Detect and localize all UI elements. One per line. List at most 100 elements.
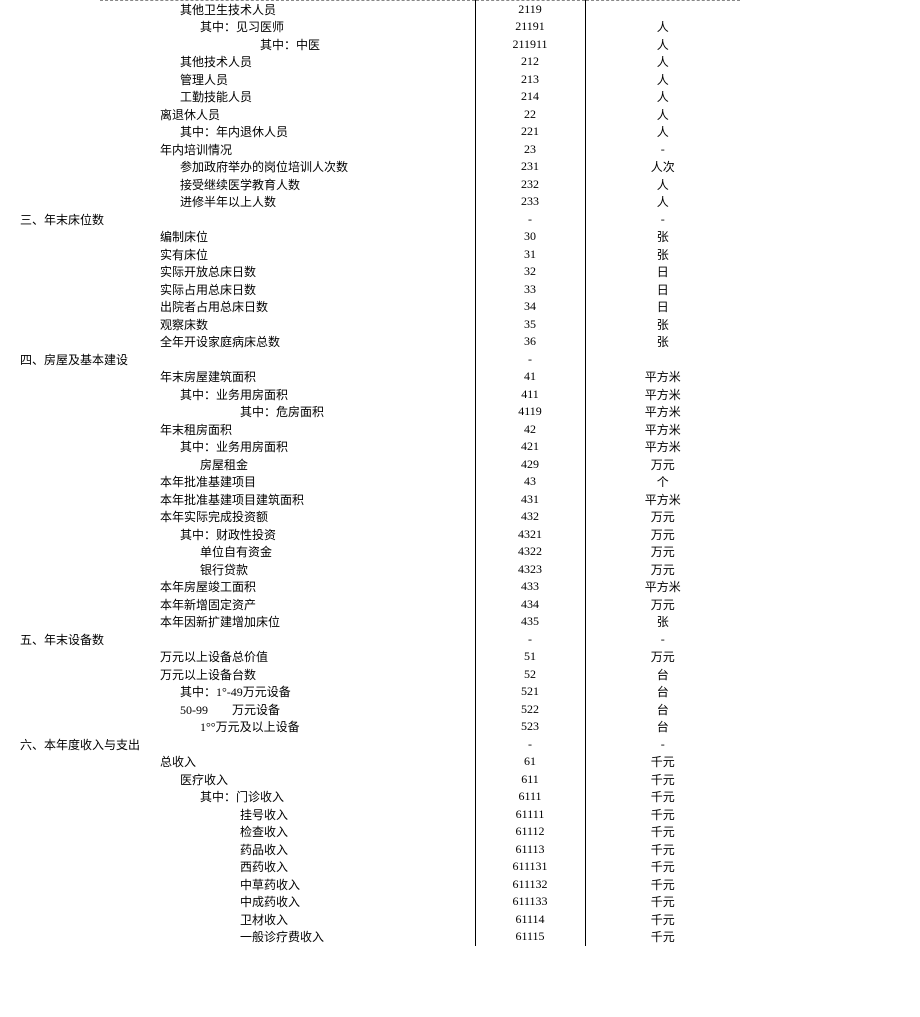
row-name: 其中：门诊收入 — [100, 788, 475, 805]
row-unit: 日 — [585, 263, 740, 281]
table-row: 检查收入61112千元 — [100, 823, 740, 841]
row-unit: 日 — [585, 281, 740, 299]
row-code: 41 — [475, 368, 585, 386]
table-row: 参加政府举办的岗位培训人次数231人次 — [100, 158, 740, 176]
row-unit: 千元 — [585, 788, 740, 806]
table-row: 卫材收入61114千元 — [100, 911, 740, 929]
row-name: 本年新增固定资产 — [100, 596, 475, 613]
row-code: 42 — [475, 421, 585, 439]
row-unit: 人 — [585, 123, 740, 141]
row-code: 4323 — [475, 561, 585, 579]
table-row: 万元以上设备总价值51万元 — [100, 648, 740, 666]
row-unit: 人 — [585, 36, 740, 54]
row-unit: 人 — [585, 71, 740, 89]
row-code: 36 — [475, 333, 585, 351]
table-row: 进修半年以上人数233人 — [100, 193, 740, 211]
table-row: 其中：见习医师21191人 — [100, 18, 740, 36]
table-row: 六、本年度收入与支出-- — [100, 736, 740, 754]
row-unit: 人 — [585, 106, 740, 124]
row-name: 单位自有资金 — [100, 543, 475, 560]
table-row: 单位自有资金4322万元 — [100, 543, 740, 561]
row-unit: 千元 — [585, 806, 740, 824]
row-name: 其中：1°-49万元设备 — [100, 683, 475, 700]
row-code: 421 — [475, 438, 585, 456]
row-code: 52 — [475, 666, 585, 684]
row-code: - — [475, 211, 585, 229]
row-unit: 平方米 — [585, 421, 740, 439]
row-unit — [585, 1, 740, 19]
row-code: 61 — [475, 753, 585, 771]
row-code: - — [475, 631, 585, 649]
row-name: 房屋租金 — [100, 456, 475, 473]
row-code: 61112 — [475, 823, 585, 841]
row-unit: 人次 — [585, 158, 740, 176]
row-name: 观察床数 — [100, 316, 475, 333]
table-row: 其他技术人员212人 — [100, 53, 740, 71]
row-name: 其中：中医 — [100, 36, 475, 53]
table-row: 一般诊疗费收入61115千元 — [100, 928, 740, 946]
row-name: 全年开设家庭病床总数 — [100, 333, 475, 350]
row-name: 离退休人员 — [100, 106, 475, 123]
row-code: 30 — [475, 228, 585, 246]
table-row: 观察床数35张 — [100, 316, 740, 334]
row-name: 出院者占用总床日数 — [100, 298, 475, 315]
row-code: 411 — [475, 386, 585, 404]
table-row: 其中：业务用房面积411平方米 — [100, 386, 740, 404]
row-code: 435 — [475, 613, 585, 631]
row-code: - — [475, 351, 585, 369]
table-row: 三、年末床位数-- — [100, 211, 740, 229]
table-row: 全年开设家庭病床总数36张 — [100, 333, 740, 351]
table-row: 五、年末设备数-- — [100, 631, 740, 649]
row-name: 本年批准基建项目建筑面积 — [100, 491, 475, 508]
row-unit: 人 — [585, 53, 740, 71]
row-code: 61115 — [475, 928, 585, 946]
row-code: 521 — [475, 683, 585, 701]
table-row: 中草药收入611132千元 — [100, 876, 740, 894]
row-code: 431 — [475, 491, 585, 509]
row-name: 其中：业务用房面积 — [100, 386, 475, 403]
row-name: 其中：见习医师 — [100, 18, 475, 35]
row-unit: 万元 — [585, 526, 740, 544]
table-row: 工勤技能人员214人 — [100, 88, 740, 106]
row-name: 其中：年内退休人员 — [100, 123, 475, 140]
table-row: 中成药收入611133千元 — [100, 893, 740, 911]
row-name: 药品收入 — [100, 841, 475, 858]
row-code: 4322 — [475, 543, 585, 561]
row-code: 232 — [475, 176, 585, 194]
row-code: 429 — [475, 456, 585, 474]
row-code: 434 — [475, 596, 585, 614]
row-name: 卫材收入 — [100, 911, 475, 928]
table-row: 其中：门诊收入6111千元 — [100, 788, 740, 806]
row-code: 6111 — [475, 788, 585, 806]
row-name: 接受继续医学教育人数 — [100, 176, 475, 193]
row-name: 参加政府举办的岗位培训人次数 — [100, 158, 475, 175]
row-unit: 日 — [585, 298, 740, 316]
table-row: 房屋租金429万元 — [100, 456, 740, 474]
row-name: 其中：业务用房面积 — [100, 438, 475, 455]
table-row: 其中：业务用房面积421平方米 — [100, 438, 740, 456]
row-name: 一般诊疗费收入 — [100, 928, 475, 945]
table-row: 50-99 万元设备522台 — [100, 701, 740, 719]
row-name: 其中：危房面积 — [100, 403, 475, 420]
table-row: 本年房屋竣工面积433平方米 — [100, 578, 740, 596]
row-unit: - — [585, 211, 740, 229]
row-name: 年末房屋建筑面积 — [100, 368, 475, 385]
row-name: 医疗收入 — [100, 771, 475, 788]
row-unit: 千元 — [585, 893, 740, 911]
row-unit: 台 — [585, 666, 740, 684]
row-code: 4321 — [475, 526, 585, 544]
table-row: 挂号收入61111千元 — [100, 806, 740, 824]
row-name: 银行贷款 — [100, 561, 475, 578]
table-row: 实际开放总床日数32日 — [100, 263, 740, 281]
row-code: - — [475, 736, 585, 754]
row-name: 挂号收入 — [100, 806, 475, 823]
row-code: 213 — [475, 71, 585, 89]
row-code: 231 — [475, 158, 585, 176]
table-row: 其中：危房面积4119平方米 — [100, 403, 740, 421]
table-row: 1°°万元及以上设备523台 — [100, 718, 740, 736]
row-unit: 台 — [585, 683, 740, 701]
row-unit: 台 — [585, 701, 740, 719]
table-row: 万元以上设备台数52台 — [100, 666, 740, 684]
row-name: 本年批准基建项目 — [100, 473, 475, 490]
row-unit: - — [585, 141, 740, 159]
